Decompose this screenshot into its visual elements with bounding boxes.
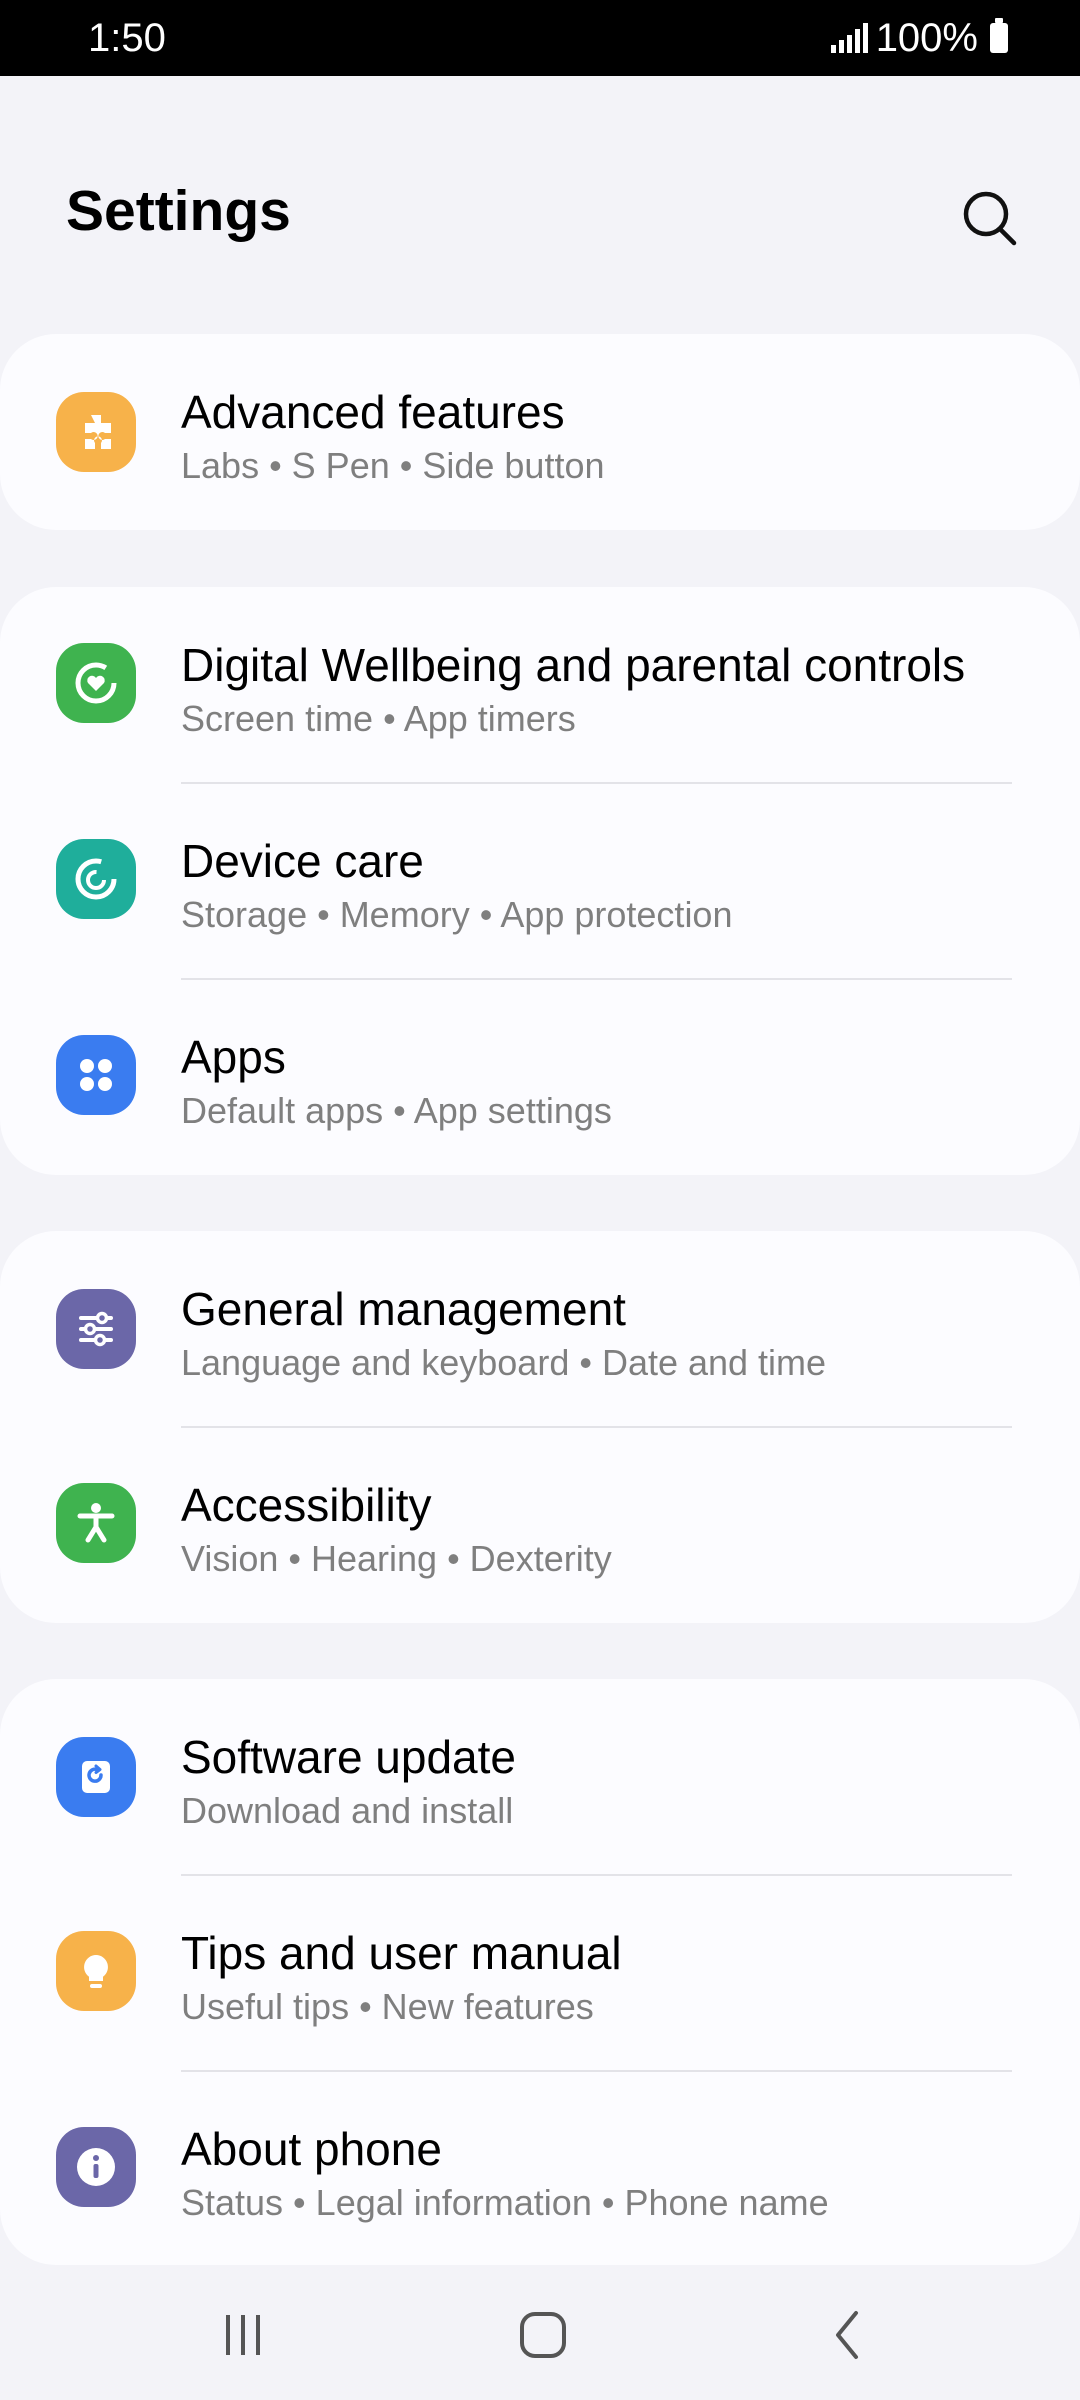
settings-item-software-update[interactable]: Software update Download and install	[0, 1679, 1080, 1875]
back-icon	[836, 2311, 858, 2359]
settings-group-system: General management Language and keyboard…	[0, 1231, 1080, 1623]
software-update-icon	[56, 1737, 136, 1817]
home-button[interactable]	[493, 2290, 593, 2380]
settings-item-subtitle: Download and install	[181, 1790, 514, 1831]
settings-item-title: Software update	[181, 1731, 517, 1783]
settings-item-subtitle: Labs • S Pen • Side button	[181, 445, 605, 486]
settings-item-title: Device care	[181, 835, 424, 887]
settings-item-general-management[interactable]: General management Language and keyboard…	[0, 1231, 1080, 1427]
lightbulb-icon	[56, 1931, 136, 2011]
status-time: 1:50	[88, 16, 166, 60]
settings-item-advanced-features[interactable]: Advanced features Labs • S Pen • Side bu…	[0, 334, 1080, 530]
settings-item-subtitle: Default apps • App settings	[181, 1090, 612, 1131]
battery-percentage: 100%	[875, 15, 978, 60]
settings-item-subtitle: Storage • Memory • App protection	[181, 894, 733, 935]
battery-icon	[990, 18, 1008, 53]
settings-item-title: Tips and user manual	[181, 1927, 622, 1979]
settings-item-subtitle: Language and keyboard • Date and time	[181, 1342, 827, 1383]
settings-item-device-care[interactable]: Device care Storage • Memory • App prote…	[0, 783, 1080, 979]
device-care-icon	[56, 839, 136, 919]
settings-item-digital-wellbeing[interactable]: Digital Wellbeing and parental controls …	[0, 587, 1080, 783]
settings-group-device: Digital Wellbeing and parental controls …	[0, 587, 1080, 1175]
back-button[interactable]	[798, 2290, 898, 2380]
page-title: Settings	[66, 179, 291, 243]
settings-item-subtitle: Vision • Hearing • Dexterity	[181, 1538, 612, 1579]
settings-item-subtitle: Status • Legal information • Phone name	[181, 2182, 829, 2223]
settings-item-title: Apps	[181, 1031, 286, 1083]
wellbeing-icon	[56, 643, 136, 723]
settings-group-advanced: Advanced features Labs • S Pen • Side bu…	[0, 334, 1080, 530]
status-bar: 1:50 100%	[0, 0, 1080, 76]
accessibility-icon	[56, 1483, 136, 1563]
status-indicators: 100%	[830, 14, 1008, 62]
settings-group-support: Software update Download and install Tip…	[0, 1679, 1080, 2265]
puzzle-icon	[56, 392, 136, 472]
apps-grid-icon	[56, 1035, 136, 1115]
navigation-bar	[0, 2270, 1080, 2400]
settings-item-title: Advanced features	[181, 386, 565, 438]
settings-item-title: General management	[181, 1283, 626, 1335]
home-icon	[520, 2312, 566, 2358]
settings-item-accessibility[interactable]: Accessibility Vision • Hearing • Dexteri…	[0, 1427, 1080, 1623]
settings-item-about-phone[interactable]: About phone Status • Legal information •…	[0, 2071, 1080, 2267]
search-icon	[963, 191, 1017, 246]
settings-item-tips[interactable]: Tips and user manual Useful tips • New f…	[0, 1875, 1080, 2071]
info-icon	[56, 2127, 136, 2207]
signal-icon	[830, 23, 868, 53]
settings-item-title: Digital Wellbeing and parental controls	[181, 639, 966, 691]
settings-item-subtitle: Screen time • App timers	[181, 698, 576, 739]
recents-button[interactable]	[193, 2290, 293, 2380]
sliders-icon	[56, 1289, 136, 1369]
settings-item-subtitle: Useful tips • New features	[181, 1986, 594, 2027]
settings-item-apps[interactable]: Apps Default apps • App settings	[0, 979, 1080, 1175]
settings-item-title: About phone	[181, 2123, 442, 2175]
search-button[interactable]	[950, 178, 1032, 260]
recents-icon	[226, 2315, 260, 2355]
settings-item-title: Accessibility	[181, 1479, 432, 1531]
